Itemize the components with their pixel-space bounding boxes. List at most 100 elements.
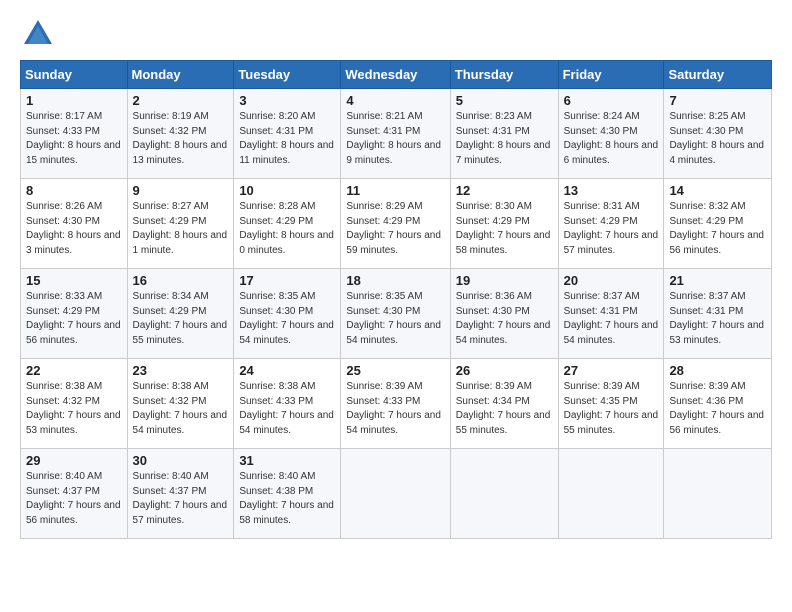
sunset-label: Sunset: 4:29 PM: [564, 216, 638, 227]
calendar-cell: 12 Sunrise: 8:30 AM Sunset: 4:29 PM Dayl…: [450, 179, 558, 269]
sunrise-label: Sunrise: 8:39 AM: [669, 381, 745, 392]
day-number: 17: [239, 273, 335, 288]
sunset-label: Sunset: 4:30 PM: [669, 126, 743, 137]
sunrise-label: Sunrise: 8:37 AM: [564, 291, 640, 302]
day-number: 27: [564, 363, 659, 378]
calendar-header-monday: Monday: [127, 61, 234, 89]
day-info: Sunrise: 8:25 AM Sunset: 4:30 PM Dayligh…: [669, 110, 766, 168]
daylight-label: Daylight: 8 hours and 1 minute.: [133, 230, 228, 256]
day-info: Sunrise: 8:17 AM Sunset: 4:33 PM Dayligh…: [26, 110, 122, 168]
day-info: Sunrise: 8:31 AM Sunset: 4:29 PM Dayligh…: [564, 200, 659, 258]
calendar-cell: 8 Sunrise: 8:26 AM Sunset: 4:30 PM Dayli…: [21, 179, 128, 269]
calendar-cell: 21 Sunrise: 8:37 AM Sunset: 4:31 PM Dayl…: [664, 269, 772, 359]
daylight-label: Daylight: 7 hours and 54 minutes.: [346, 320, 441, 346]
day-info: Sunrise: 8:40 AM Sunset: 4:37 PM Dayligh…: [133, 470, 229, 528]
daylight-label: Daylight: 7 hours and 55 minutes.: [564, 410, 659, 436]
sunset-label: Sunset: 4:33 PM: [346, 396, 420, 407]
calendar-cell: [558, 449, 664, 539]
day-info: Sunrise: 8:34 AM Sunset: 4:29 PM Dayligh…: [133, 290, 229, 348]
day-number: 24: [239, 363, 335, 378]
sunset-label: Sunset: 4:33 PM: [26, 126, 100, 137]
daylight-label: Daylight: 7 hours and 56 minutes.: [26, 500, 121, 526]
day-info: Sunrise: 8:21 AM Sunset: 4:31 PM Dayligh…: [346, 110, 444, 168]
sunset-label: Sunset: 4:30 PM: [239, 306, 313, 317]
calendar-cell: 3 Sunrise: 8:20 AM Sunset: 4:31 PM Dayli…: [234, 89, 341, 179]
sunrise-label: Sunrise: 8:20 AM: [239, 111, 315, 122]
sunrise-label: Sunrise: 8:37 AM: [669, 291, 745, 302]
day-info: Sunrise: 8:35 AM Sunset: 4:30 PM Dayligh…: [239, 290, 335, 348]
calendar-cell: 27 Sunrise: 8:39 AM Sunset: 4:35 PM Dayl…: [558, 359, 664, 449]
sunrise-label: Sunrise: 8:27 AM: [133, 201, 209, 212]
day-number: 31: [239, 453, 335, 468]
calendar-table: SundayMondayTuesdayWednesdayThursdayFrid…: [20, 60, 772, 539]
calendar-header-wednesday: Wednesday: [341, 61, 450, 89]
sunrise-label: Sunrise: 8:26 AM: [26, 201, 102, 212]
day-number: 29: [26, 453, 122, 468]
sunrise-label: Sunrise: 8:33 AM: [26, 291, 102, 302]
calendar-cell: 25 Sunrise: 8:39 AM Sunset: 4:33 PM Dayl…: [341, 359, 450, 449]
day-number: 28: [669, 363, 766, 378]
calendar-cell: 28 Sunrise: 8:39 AM Sunset: 4:36 PM Dayl…: [664, 359, 772, 449]
calendar-header-saturday: Saturday: [664, 61, 772, 89]
day-number: 23: [133, 363, 229, 378]
daylight-label: Daylight: 7 hours and 56 minutes.: [669, 230, 764, 256]
sunrise-label: Sunrise: 8:40 AM: [133, 471, 209, 482]
daylight-label: Daylight: 7 hours and 53 minutes.: [26, 410, 121, 436]
sunrise-label: Sunrise: 8:17 AM: [26, 111, 102, 122]
day-info: Sunrise: 8:39 AM Sunset: 4:33 PM Dayligh…: [346, 380, 444, 438]
day-number: 2: [133, 93, 229, 108]
sunset-label: Sunset: 4:38 PM: [239, 486, 313, 497]
daylight-label: Daylight: 7 hours and 54 minutes.: [456, 320, 551, 346]
calendar-week-row: 22 Sunrise: 8:38 AM Sunset: 4:32 PM Dayl…: [21, 359, 772, 449]
daylight-label: Daylight: 7 hours and 55 minutes.: [133, 320, 228, 346]
daylight-label: Daylight: 8 hours and 3 minutes.: [26, 230, 121, 256]
day-number: 1: [26, 93, 122, 108]
calendar-cell: 31 Sunrise: 8:40 AM Sunset: 4:38 PM Dayl…: [234, 449, 341, 539]
day-info: Sunrise: 8:27 AM Sunset: 4:29 PM Dayligh…: [133, 200, 229, 258]
day-number: 11: [346, 183, 444, 198]
day-number: 30: [133, 453, 229, 468]
calendar-cell: 22 Sunrise: 8:38 AM Sunset: 4:32 PM Dayl…: [21, 359, 128, 449]
sunset-label: Sunset: 4:29 PM: [239, 216, 313, 227]
daylight-label: Daylight: 8 hours and 9 minutes.: [346, 140, 441, 166]
daylight-label: Daylight: 8 hours and 0 minutes.: [239, 230, 334, 256]
calendar-cell: 9 Sunrise: 8:27 AM Sunset: 4:29 PM Dayli…: [127, 179, 234, 269]
day-info: Sunrise: 8:33 AM Sunset: 4:29 PM Dayligh…: [26, 290, 122, 348]
sunrise-label: Sunrise: 8:35 AM: [239, 291, 315, 302]
day-number: 16: [133, 273, 229, 288]
sunrise-label: Sunrise: 8:23 AM: [456, 111, 532, 122]
calendar-header-sunday: Sunday: [21, 61, 128, 89]
sunrise-label: Sunrise: 8:31 AM: [564, 201, 640, 212]
daylight-label: Daylight: 7 hours and 59 minutes.: [346, 230, 441, 256]
day-number: 10: [239, 183, 335, 198]
daylight-label: Daylight: 7 hours and 56 minutes.: [669, 410, 764, 436]
calendar-cell: [450, 449, 558, 539]
calendar-cell: 5 Sunrise: 8:23 AM Sunset: 4:31 PM Dayli…: [450, 89, 558, 179]
sunrise-label: Sunrise: 8:39 AM: [346, 381, 422, 392]
calendar-cell: 20 Sunrise: 8:37 AM Sunset: 4:31 PM Dayl…: [558, 269, 664, 359]
day-info: Sunrise: 8:23 AM Sunset: 4:31 PM Dayligh…: [456, 110, 553, 168]
day-info: Sunrise: 8:38 AM Sunset: 4:32 PM Dayligh…: [133, 380, 229, 438]
calendar-cell: 26 Sunrise: 8:39 AM Sunset: 4:34 PM Dayl…: [450, 359, 558, 449]
day-number: 5: [456, 93, 553, 108]
day-info: Sunrise: 8:40 AM Sunset: 4:37 PM Dayligh…: [26, 470, 122, 528]
logo: [20, 16, 60, 52]
day-number: 19: [456, 273, 553, 288]
day-info: Sunrise: 8:36 AM Sunset: 4:30 PM Dayligh…: [456, 290, 553, 348]
day-number: 7: [669, 93, 766, 108]
day-number: 8: [26, 183, 122, 198]
sunset-label: Sunset: 4:37 PM: [133, 486, 207, 497]
daylight-label: Daylight: 8 hours and 4 minutes.: [669, 140, 764, 166]
day-info: Sunrise: 8:39 AM Sunset: 4:36 PM Dayligh…: [669, 380, 766, 438]
calendar-cell: 14 Sunrise: 8:32 AM Sunset: 4:29 PM Dayl…: [664, 179, 772, 269]
calendar-week-row: 15 Sunrise: 8:33 AM Sunset: 4:29 PM Dayl…: [21, 269, 772, 359]
calendar-cell: 7 Sunrise: 8:25 AM Sunset: 4:30 PM Dayli…: [664, 89, 772, 179]
day-info: Sunrise: 8:28 AM Sunset: 4:29 PM Dayligh…: [239, 200, 335, 258]
sunset-label: Sunset: 4:33 PM: [239, 396, 313, 407]
day-info: Sunrise: 8:29 AM Sunset: 4:29 PM Dayligh…: [346, 200, 444, 258]
calendar-cell: 19 Sunrise: 8:36 AM Sunset: 4:30 PM Dayl…: [450, 269, 558, 359]
calendar-cell: 17 Sunrise: 8:35 AM Sunset: 4:30 PM Dayl…: [234, 269, 341, 359]
sunrise-label: Sunrise: 8:40 AM: [26, 471, 102, 482]
calendar-cell: 29 Sunrise: 8:40 AM Sunset: 4:37 PM Dayl…: [21, 449, 128, 539]
daylight-label: Daylight: 7 hours and 54 minutes.: [239, 410, 334, 436]
